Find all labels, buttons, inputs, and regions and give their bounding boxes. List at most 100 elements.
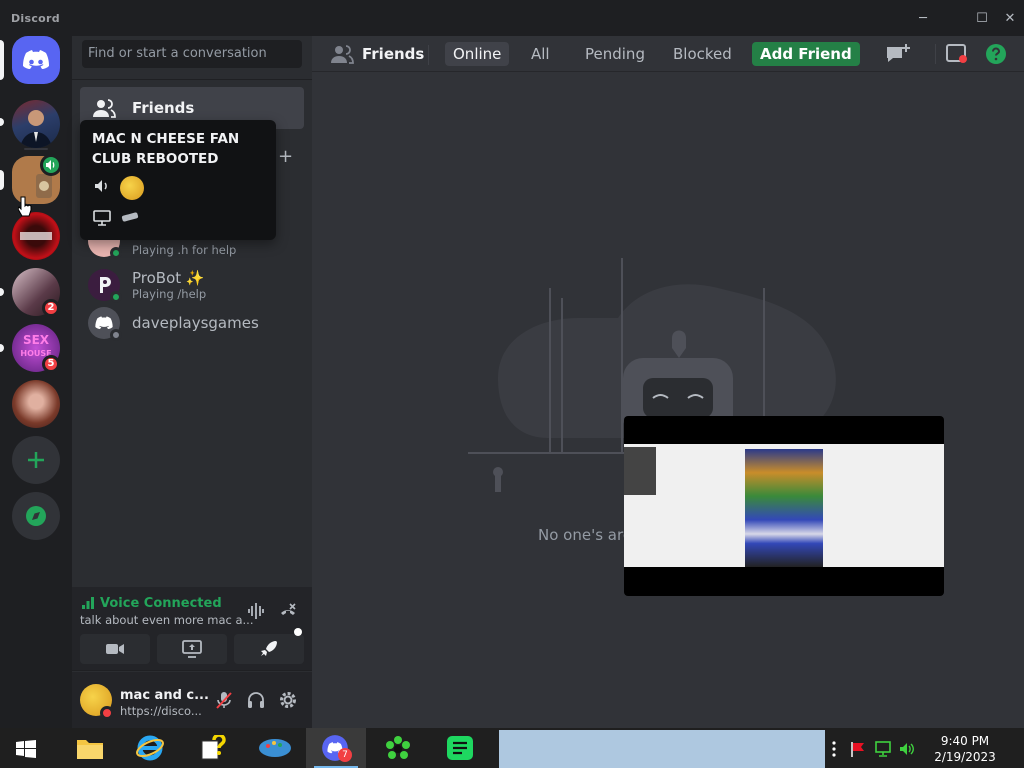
hand-cursor-icon <box>18 196 32 217</box>
tab-pending[interactable]: Pending <box>577 42 653 66</box>
voice-panel: Voice Connected talk about even more mac… <box>72 587 312 671</box>
inbox-icon[interactable] <box>945 43 969 65</box>
header-divider <box>428 45 429 65</box>
offline-status-icon <box>110 329 122 341</box>
disconnect-icon[interactable] <box>278 601 298 621</box>
new-group-dm-icon[interactable] <box>884 42 912 66</box>
stream-side-panel <box>624 447 656 495</box>
speaker-icon <box>95 180 107 192</box>
new-indicator <box>294 628 302 636</box>
tab-online[interactable]: Online <box>445 42 510 66</box>
server-icon-portrait[interactable] <box>12 100 60 148</box>
rocket-icon <box>261 641 277 656</box>
server-tooltip: MAC N CHEESE FAN CLUB REBOOTED <box>80 120 276 240</box>
taskbar-search-area[interactable] <box>499 730 825 768</box>
maximize-button[interactable]: ☐ <box>967 10 997 28</box>
unread-indicator <box>0 288 4 296</box>
server-icon-red[interactable] <box>12 212 60 260</box>
server-rail: 2 SEX HOUSE 5 <box>0 36 72 728</box>
add-server-button[interactable] <box>12 436 60 484</box>
green-notes-icon <box>447 736 473 760</box>
taskbar-file-explorer[interactable] <box>60 728 120 768</box>
tab-blocked[interactable]: Blocked <box>665 42 740 66</box>
activities-button[interactable] <box>234 628 304 664</box>
dnd-status-icon <box>100 706 114 720</box>
dm-name: ProBot ✨ <box>132 269 205 287</box>
action-center-flag-icon[interactable] <box>850 741 866 757</box>
taskbar: 7 9:40 PM 2/19/2023 <box>0 728 1024 768</box>
add-friend-button[interactable]: Add Friend <box>752 42 860 66</box>
stream-preview-overlay[interactable] <box>624 416 944 596</box>
tab-all[interactable]: All <box>523 42 558 66</box>
clock-time: 9:40 PM <box>940 734 990 748</box>
camera-button[interactable] <box>80 634 150 664</box>
stream-screen <box>624 444 944 567</box>
gear-icon[interactable] <box>278 690 298 710</box>
camera-icon <box>106 644 124 654</box>
taskbar-icq[interactable] <box>368 728 428 768</box>
headphones-icon[interactable] <box>246 690 266 710</box>
dm-item[interactable]: daveplaysgames <box>80 302 304 344</box>
friends-icon <box>331 45 354 64</box>
server-icon-girl[interactable] <box>12 380 60 428</box>
hover-indicator <box>0 170 4 190</box>
user-panel: mac and c... https://disco... <box>72 672 312 728</box>
user-status: https://disco... <box>120 704 202 718</box>
search-input[interactable]: Find or start a conversation <box>82 40 302 68</box>
help-document-icon <box>201 735 226 760</box>
game-screen-image <box>745 449 823 567</box>
taskbar-paint-app[interactable] <box>244 728 304 768</box>
dm-item[interactable]: ProBot ✨ Playing /help <box>80 264 304 306</box>
signal-icon <box>82 597 94 609</box>
explore-servers-button[interactable] <box>12 492 60 540</box>
home-indicator <box>0 40 4 80</box>
taskbar-discord[interactable]: 7 <box>306 728 366 768</box>
screen-icon <box>93 210 111 226</box>
friends-main: Friends Online All Pending Blocked Add F… <box>312 36 1024 728</box>
online-status-icon <box>110 247 122 259</box>
dm-activity: Playing .h for help <box>132 243 237 257</box>
close-button[interactable]: ✕ <box>995 10 1024 28</box>
noise-suppression-icon[interactable] <box>246 601 266 621</box>
portrait-icon <box>20 110 52 148</box>
sidebar-item-label: Friends <box>132 99 195 117</box>
icq-flower-icon <box>386 736 410 759</box>
internet-explorer-icon <box>136 735 164 761</box>
plus-icon <box>28 452 44 468</box>
share-screen-button[interactable] <box>157 634 227 664</box>
minimize-button[interactable]: ─ <box>908 10 938 28</box>
stream-thumbnail-icon <box>121 212 139 222</box>
avatar <box>120 176 144 200</box>
discord-notification-badge: 7 <box>338 748 352 762</box>
home-button[interactable] <box>12 36 60 84</box>
unread-indicator <box>0 118 4 126</box>
friends-icon <box>93 99 116 118</box>
screen-share-icon <box>182 640 202 658</box>
help-icon[interactable] <box>985 43 1007 65</box>
paint-palette-icon <box>259 739 291 757</box>
volume-icon[interactable] <box>898 741 916 757</box>
empty-state-text: No one's aro <box>538 526 632 544</box>
windows-start-icon[interactable] <box>16 740 36 758</box>
title-bar: Discord ─ ☐ ✕ <box>0 0 1024 36</box>
tooltip-voice-row <box>92 176 144 200</box>
create-dm-button[interactable]: + <box>278 146 293 167</box>
discord-logo-icon <box>23 50 49 69</box>
more-options-icon[interactable] <box>830 740 838 758</box>
taskbar-notes-app[interactable] <box>430 728 490 768</box>
taskbar-internet-explorer[interactable] <box>120 728 180 768</box>
voice-channel-name[interactable]: talk about even more mac a... <box>80 613 254 627</box>
system-clock[interactable]: 9:40 PM 2/19/2023 <box>930 733 1000 765</box>
app-title: Discord <box>11 12 60 25</box>
taskbar-help-app[interactable] <box>182 728 242 768</box>
mute-icon[interactable] <box>214 690 234 710</box>
tooltip-stream-row <box>92 208 139 230</box>
clock-date: 2/19/2023 <box>934 750 996 764</box>
dm-name: daveplaysgames <box>132 314 259 332</box>
sidebar-divider <box>72 79 312 80</box>
network-icon[interactable] <box>874 741 892 757</box>
compass-icon <box>26 506 46 526</box>
page-title: Friends <box>362 45 425 63</box>
dm-activity: Playing /help <box>132 287 207 301</box>
voice-status[interactable]: Voice Connected <box>100 596 222 611</box>
